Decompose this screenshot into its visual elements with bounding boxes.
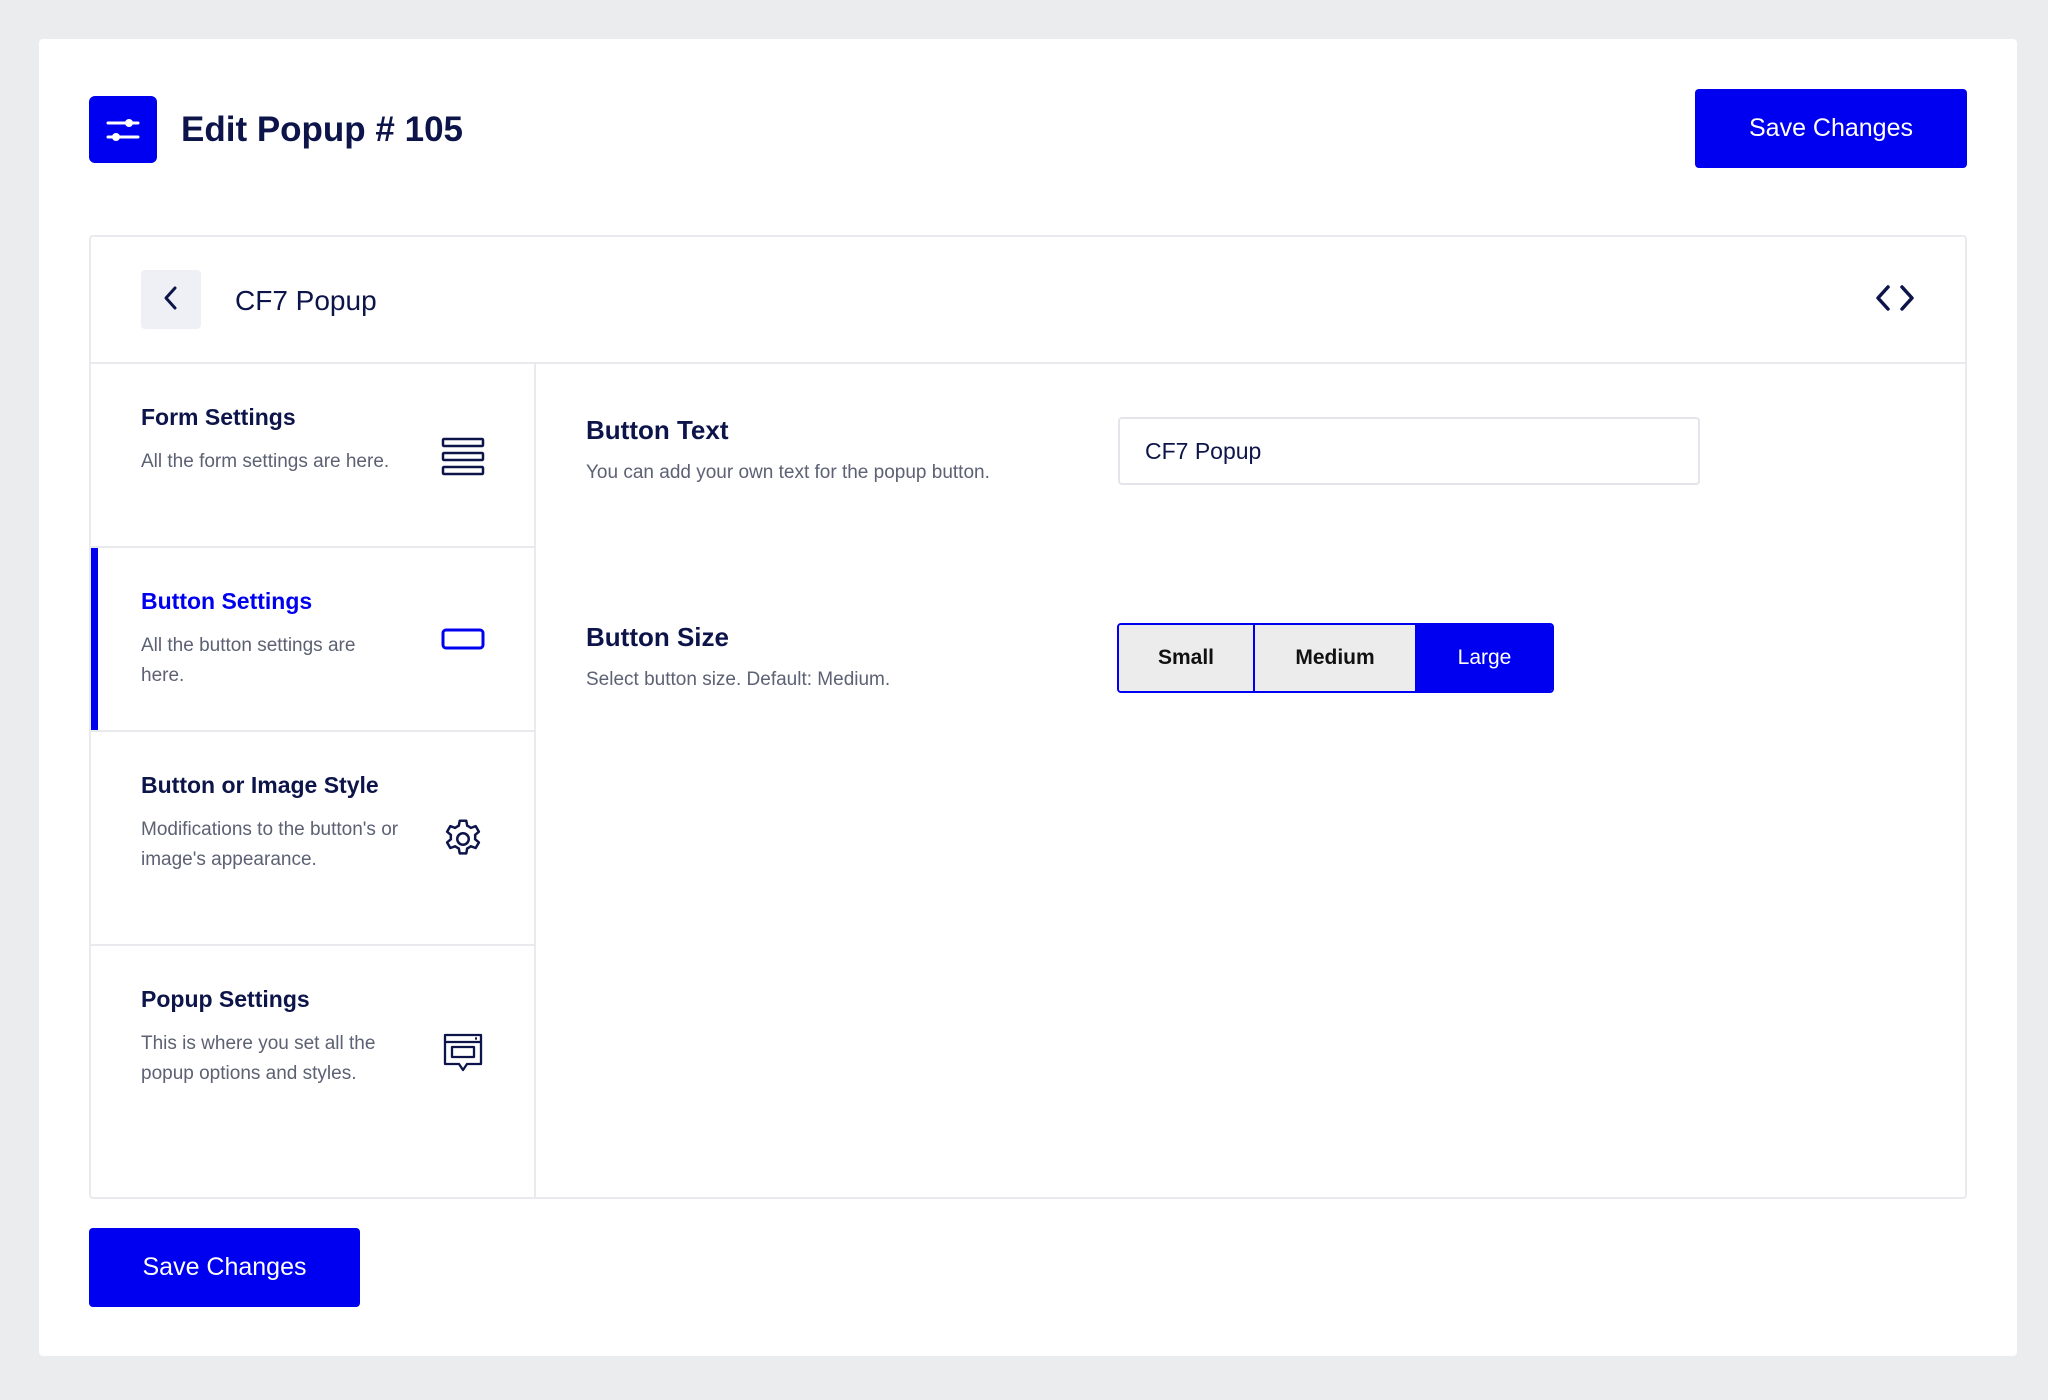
sidebar-item-title: Button Settings [141,588,313,614]
sidebar-item-desc: This is where you set all the popup opti… [141,1033,376,1084]
size-option-small[interactable]: Small [1119,625,1255,691]
code-view-button[interactable] [1870,277,1920,321]
button-size-title: Button Size [586,622,729,652]
settings-sidebar: Form Settings All the form settings are … [91,364,536,1199]
settings-content: Button Text You can add your own text fo… [536,364,1965,1199]
size-option-large[interactable]: Large [1417,625,1552,691]
card-header: CF7 Popup [91,237,1965,364]
sidebar-item-button-or-image-style[interactable]: Button or Image Style Modifications to t… [91,732,534,946]
popup-window-icon [440,1030,486,1076]
back-button[interactable] [141,270,201,329]
sidebar-item-desc: Modifications to the button's or image's… [141,819,399,870]
button-size-desc: Select button size. Default: Medium. [586,669,891,690]
sliders-icon [89,96,157,163]
button-outline-icon [440,616,486,662]
page-title: Edit Popup # 105 [181,110,463,149]
button-size-selector: Small Medium Large [1117,623,1554,693]
code-icon [1874,283,1916,316]
button-text-input[interactable] [1118,417,1700,485]
sidebar-item-form-settings[interactable]: Form Settings All the form settings are … [91,364,534,548]
save-changes-button-bottom[interactable]: Save Changes [89,1228,360,1307]
sidebar-item-popup-settings[interactable]: Popup Settings This is where you set all… [91,946,534,1197]
sidebar-item-title: Form Settings [141,404,296,430]
button-text-title: Button Text [586,415,729,445]
form-lines-icon [440,433,486,479]
save-changes-button-top[interactable]: Save Changes [1695,89,1967,168]
sidebar-item-title: Popup Settings [141,986,310,1012]
size-option-medium[interactable]: Medium [1255,625,1417,691]
card-title: CF7 Popup [235,285,377,316]
main-panel: Edit Popup # 105 Save Changes CF7 Popup [39,39,2017,1356]
chevron-left-icon [161,285,181,314]
button-text-desc: You can add your own text for the popup … [586,462,990,483]
sidebar-item-desc: All the button settings are here. [141,635,356,686]
gear-icon [440,816,486,862]
sidebar-item-title: Button or Image Style [141,772,379,798]
sidebar-item-button-settings[interactable]: Button Settings All the button settings … [91,548,534,732]
sidebar-item-desc: All the form settings are here. [141,451,390,472]
settings-card: CF7 Popup Form Settings All the form set… [89,235,1967,1199]
